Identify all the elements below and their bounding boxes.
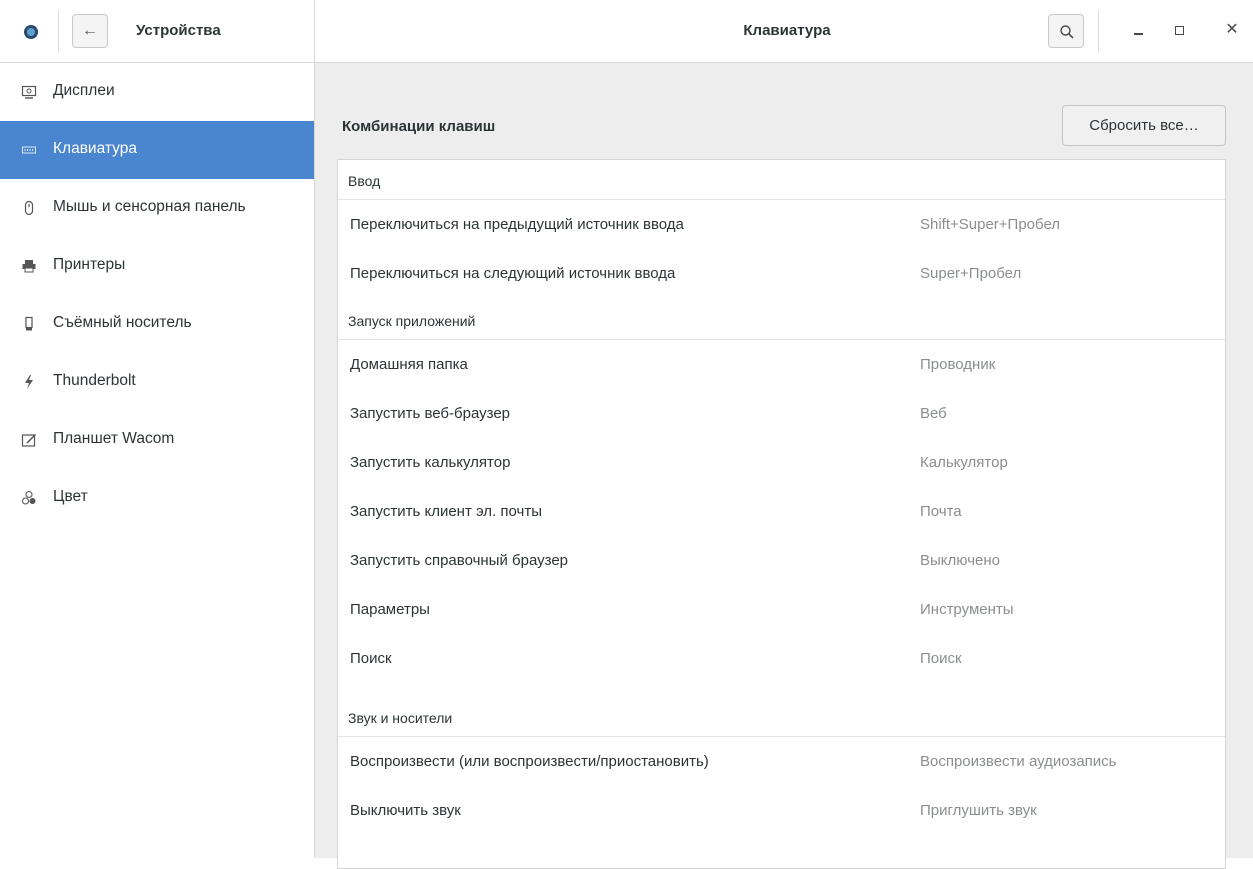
shortcut-name: Запустить справочный браузер bbox=[350, 552, 569, 569]
group-header-input: Ввод bbox=[338, 160, 1225, 200]
shortcut-name: Параметры bbox=[350, 601, 430, 618]
header-separator-right bbox=[1098, 10, 1099, 52]
sidebar: Дисплеи Клавиатура Мышь и сенсорная пане… bbox=[0, 63, 315, 858]
shortcut-row[interactable]: Переключиться на следующий источник ввод… bbox=[338, 249, 1225, 298]
shortcut-row[interactable]: Воспроизвести (или воспроизвести/приоста… bbox=[338, 737, 1225, 786]
sidebar-item-label: Thunderbolt bbox=[53, 372, 136, 389]
main-content: Комбинации клавиш Сбросить все… Ввод Пер… bbox=[315, 63, 1253, 869]
shortcut-row[interactable]: Параметры Инструменты bbox=[338, 585, 1225, 634]
close-button[interactable]: ✕ bbox=[1222, 20, 1242, 40]
sidebar-item-displays[interactable]: Дисплеи bbox=[0, 63, 314, 121]
sidebar-item-mouse[interactable]: Мышь и сенсорная панель bbox=[0, 179, 314, 237]
minimize-icon bbox=[1133, 33, 1143, 35]
shortcut-name: Переключиться на следующий источник ввод… bbox=[350, 265, 676, 282]
back-button[interactable]: ← bbox=[72, 14, 108, 48]
color-icon bbox=[21, 490, 36, 505]
removable-media-icon bbox=[25, 316, 33, 331]
mouse-icon bbox=[24, 200, 34, 216]
shortcut-name: Поиск bbox=[350, 650, 392, 667]
shortcut-row[interactable]: Запустить веб-браузер Веб bbox=[338, 389, 1225, 438]
shortcut-row[interactable]: Запустить клиент эл. почты Почта bbox=[338, 487, 1225, 536]
sidebar-item-label: Съёмный носитель bbox=[53, 314, 192, 331]
search-button[interactable] bbox=[1048, 14, 1084, 48]
page-title: Клавиатура bbox=[743, 22, 831, 39]
keyboard-icon bbox=[22, 146, 36, 154]
sidebar-item-thunderbolt[interactable]: Thunderbolt bbox=[0, 353, 314, 411]
group-title: Запуск приложений bbox=[348, 313, 476, 329]
shortcut-name: Воспроизвести (или воспроизвести/приоста… bbox=[350, 753, 709, 770]
panel-title: Устройства bbox=[136, 22, 221, 39]
shortcut-row[interactable]: Запустить калькулятор Калькулятор bbox=[338, 438, 1225, 487]
header-bar: ← Устройства Клавиатура ✕ bbox=[0, 0, 1253, 63]
display-icon bbox=[21, 85, 37, 99]
shortcut-accel: Инструменты bbox=[920, 601, 1014, 618]
shortcut-name: Запустить веб-браузер bbox=[350, 405, 511, 422]
sidebar-item-label: Дисплеи bbox=[53, 82, 115, 99]
shortcut-name: Запустить калькулятор bbox=[350, 454, 511, 471]
close-icon: ✕ bbox=[1225, 21, 1239, 38]
group-title: Звук и носители bbox=[348, 710, 453, 726]
maximize-button[interactable] bbox=[1169, 20, 1189, 40]
shortcut-accel: Приглушить звук bbox=[920, 802, 1037, 819]
sidebar-item-label: Мышь и сенсорная панель bbox=[53, 198, 246, 215]
sidebar-item-label: Планшет Wacom bbox=[53, 430, 175, 447]
shortcut-row[interactable]: Домашняя папка Проводник bbox=[338, 340, 1225, 389]
search-icon bbox=[1060, 25, 1074, 39]
shortcut-accel: Воспроизвести аудиозапись bbox=[920, 753, 1117, 770]
sidebar-item-color[interactable]: Цвет bbox=[0, 469, 314, 527]
shortcut-row[interactable]: Выключить звук Приглушить звук bbox=[338, 786, 1225, 835]
shortcut-accel: Веб bbox=[920, 405, 947, 422]
shortcut-name: Переключиться на предыдущий источник вво… bbox=[350, 216, 684, 233]
thunderbolt-icon bbox=[25, 375, 33, 389]
shortcut-name: Домашняя папка bbox=[350, 356, 468, 373]
shortcut-accel: Поиск bbox=[920, 650, 962, 667]
shortcut-name: Запустить клиент эл. почты bbox=[350, 503, 542, 520]
group-header-launchers: Запуск приложений bbox=[338, 300, 1225, 340]
sidebar-item-wacom-tablet[interactable]: Планшет Wacom bbox=[0, 411, 314, 469]
sidebar-item-keyboard[interactable]: Клавиатура bbox=[0, 121, 314, 179]
sidebar-item-label: Цвет bbox=[53, 488, 88, 505]
group-title: Ввод bbox=[348, 173, 381, 189]
tablet-icon bbox=[21, 433, 37, 447]
header-separator bbox=[58, 10, 59, 52]
shortcut-accel: Shift+Super+Пробел bbox=[920, 216, 1061, 233]
shortcut-row[interactable]: Переключиться на предыдущий источник вво… bbox=[338, 200, 1225, 249]
back-arrow-icon: ← bbox=[82, 22, 98, 39]
printer-icon bbox=[22, 260, 36, 273]
section-title: Комбинации клавиш bbox=[342, 118, 496, 135]
shortcut-accel: Почта bbox=[920, 503, 962, 520]
minimize-button[interactable] bbox=[1128, 20, 1148, 40]
sidebar-item-label: Клавиатура bbox=[53, 140, 137, 157]
shortcut-list: Ввод Переключиться на предыдущий источни… bbox=[337, 159, 1226, 869]
sidebar-item-label: Принтеры bbox=[53, 256, 126, 273]
shortcut-row[interactable]: Поиск Поиск bbox=[338, 634, 1225, 683]
shortcut-accel: Калькулятор bbox=[920, 454, 1008, 471]
shortcut-accel: Проводник bbox=[920, 356, 996, 373]
group-header-sound-media: Звук и носители bbox=[338, 697, 1225, 737]
settings-app-icon bbox=[24, 25, 38, 39]
shortcut-accel: Выключено bbox=[920, 552, 1000, 569]
sidebar-item-removable-media[interactable]: Съёмный носитель bbox=[0, 295, 314, 353]
maximize-icon bbox=[1174, 26, 1184, 35]
shortcut-row[interactable]: Запустить справочный браузер Выключено bbox=[338, 536, 1225, 585]
shortcut-accel: Super+Пробел bbox=[920, 265, 1022, 282]
sidebar-item-printers[interactable]: Принтеры bbox=[0, 237, 314, 295]
shortcut-name: Выключить звук bbox=[350, 802, 461, 819]
header-left-panel: ← Устройства bbox=[0, 0, 315, 62]
reset-all-button[interactable]: Сбросить все… bbox=[1062, 105, 1226, 146]
